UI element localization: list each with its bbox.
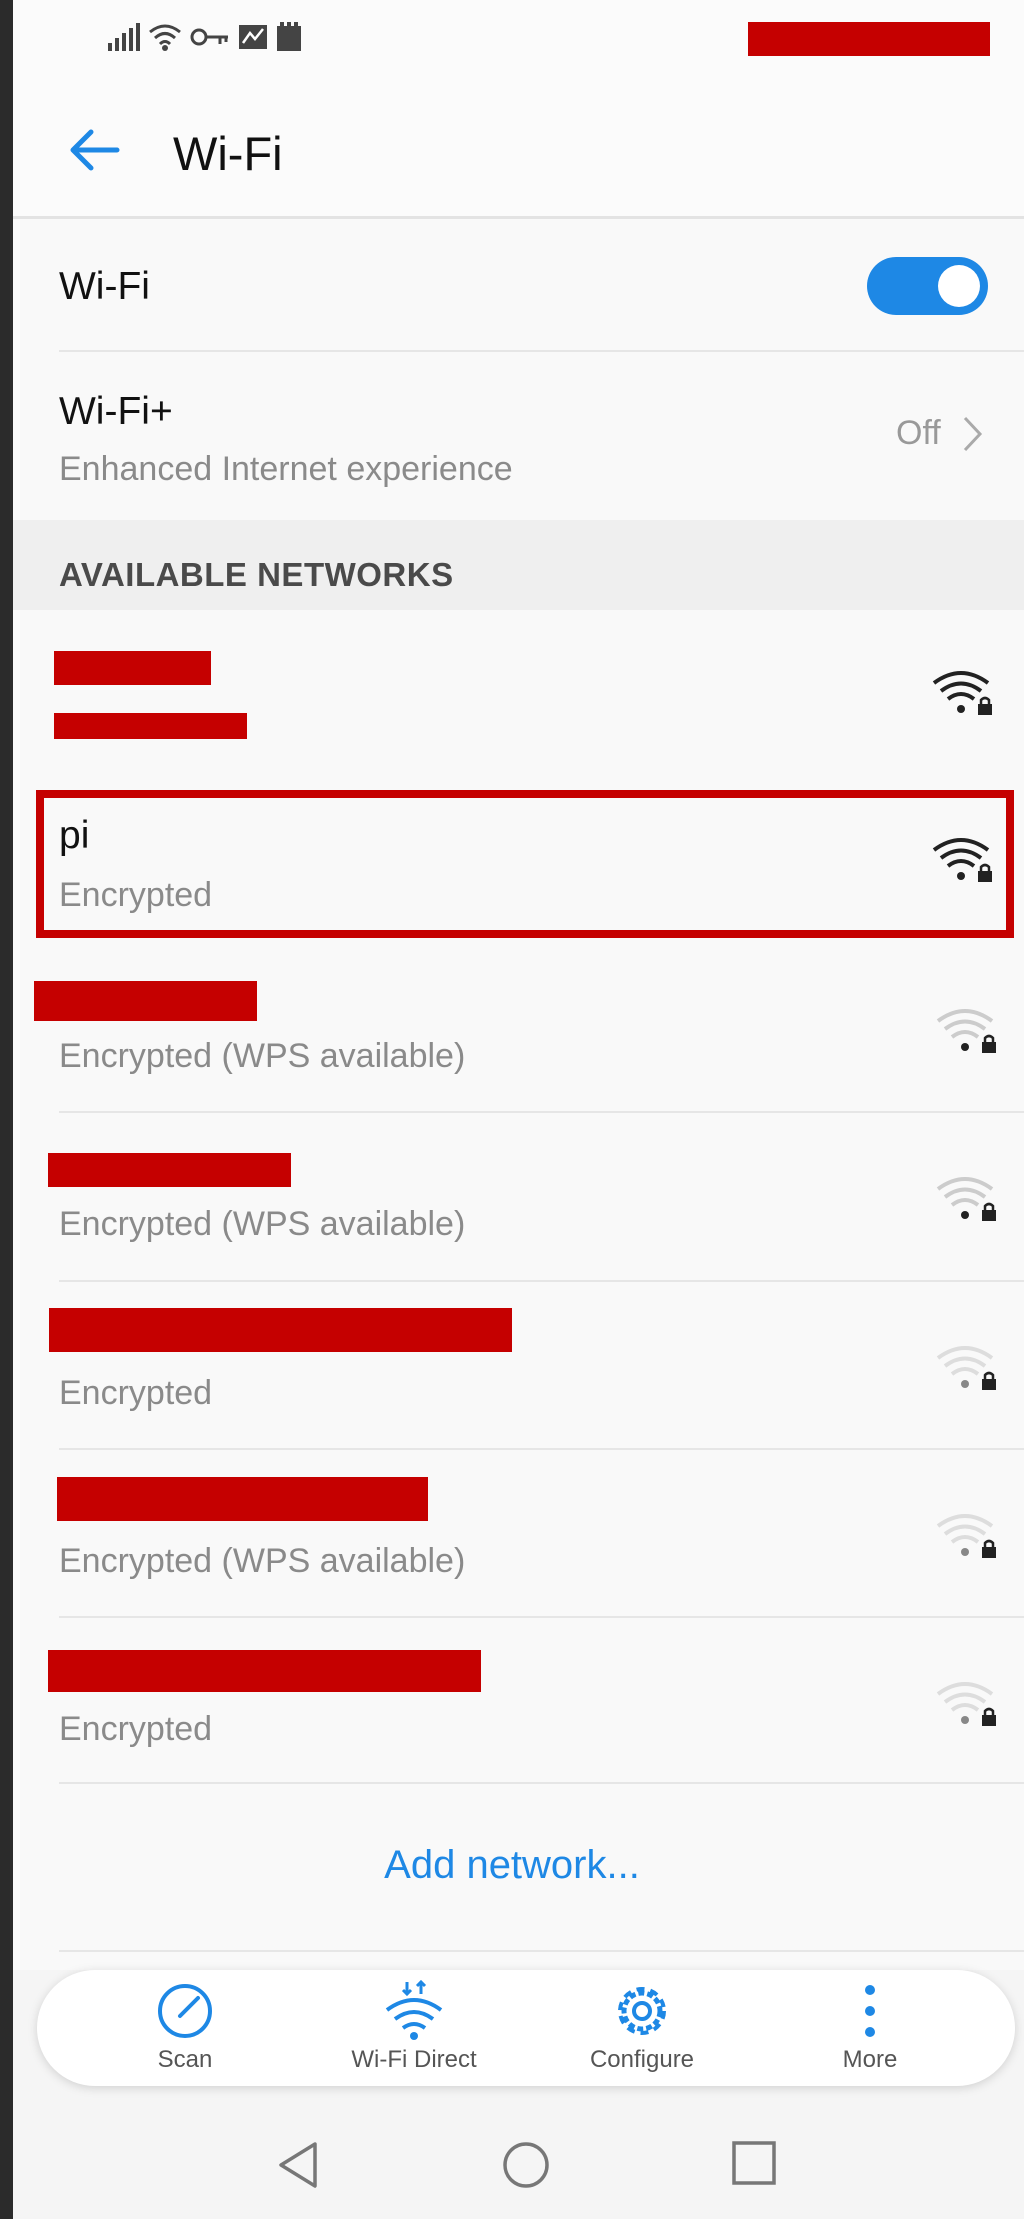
redacted-network-name bbox=[49, 1308, 512, 1352]
redacted-network-name bbox=[57, 1477, 428, 1521]
wifi-plus-subtitle: Enhanced Internet experience bbox=[59, 450, 513, 488]
wifi-signal-lock-icon bbox=[932, 671, 992, 715]
page-title: Wi-Fi bbox=[173, 127, 283, 180]
redacted-network-name bbox=[34, 981, 257, 1021]
network-row[interactable]: Encrypted (WPS available) bbox=[13, 945, 1024, 1113]
redacted-network-name bbox=[48, 1153, 291, 1187]
wifi-direct-button[interactable]: Wi-Fi Direct bbox=[314, 1980, 514, 2074]
wifi-toggle-label: Wi-Fi bbox=[59, 265, 150, 308]
nav-back-icon[interactable] bbox=[275, 2140, 323, 2190]
wifi-icon bbox=[149, 24, 181, 51]
back-arrow-icon[interactable] bbox=[63, 120, 123, 180]
divider bbox=[59, 350, 1024, 352]
wifi-plus-label: Wi-Fi+ bbox=[59, 390, 173, 433]
configure-button[interactable]: Configure bbox=[542, 1980, 742, 2074]
wifi-toggle-switch[interactable] bbox=[867, 257, 988, 315]
divider bbox=[59, 1950, 1024, 1952]
network-row[interactable] bbox=[13, 615, 1024, 783]
network-status: Encrypted (WPS available) bbox=[59, 1037, 466, 1075]
chevron-right-icon bbox=[963, 416, 983, 452]
wifi-signal-weak-lock-icon bbox=[936, 1177, 996, 1221]
wifi-signal-weak-lock-icon bbox=[936, 1346, 996, 1390]
status-bar bbox=[13, 0, 1024, 80]
scan-label: Scan bbox=[157, 2046, 213, 2073]
network-row[interactable]: Encrypted (WPS available) bbox=[13, 1113, 1024, 1281]
wifi-direct-icon bbox=[385, 1980, 443, 2040]
configure-label: Configure bbox=[589, 2046, 695, 2073]
wifi-direct-label: Wi-Fi Direct bbox=[351, 2046, 477, 2073]
network-status: Encrypted bbox=[59, 1710, 213, 1748]
more-label: More bbox=[842, 2046, 898, 2073]
wifi-signal-weak-lock-icon bbox=[936, 1009, 996, 1053]
available-networks-header: AVAILABLE NETWORKS bbox=[13, 520, 1024, 610]
key-icon bbox=[190, 28, 228, 46]
bottom-action-bar: Scan Wi-Fi Direct Configure More bbox=[37, 1970, 1015, 2086]
network-status: Encrypted (WPS available) bbox=[59, 1542, 466, 1580]
network-row[interactable]: Encrypted bbox=[13, 1618, 1024, 1786]
redacted-network-name bbox=[54, 651, 211, 685]
toggle-knob bbox=[938, 265, 980, 307]
nav-recents-icon[interactable] bbox=[731, 2140, 777, 2186]
scan-button[interactable]: Scan bbox=[85, 1980, 285, 2074]
nav-home-icon[interactable] bbox=[501, 2140, 551, 2190]
highlight-annotation-box bbox=[36, 790, 1014, 938]
redacted-network-name bbox=[48, 1650, 481, 1692]
data-icon bbox=[239, 25, 267, 49]
network-status: Encrypted bbox=[59, 1374, 213, 1412]
network-status: Encrypted (WPS available) bbox=[59, 1205, 466, 1243]
battery-saver-icon bbox=[277, 22, 301, 51]
wifi-signal-weak-lock-icon bbox=[936, 1682, 996, 1726]
add-network-link[interactable]: Add network... bbox=[0, 1843, 1024, 1888]
more-vertical-icon bbox=[865, 1985, 875, 2037]
divider bbox=[59, 1782, 1024, 1784]
network-row[interactable]: Encrypted (WPS available) bbox=[13, 1450, 1024, 1618]
wifi-signal-weak-lock-icon bbox=[936, 1514, 996, 1558]
signal-icon bbox=[108, 23, 140, 51]
wifi-plus-value: Off bbox=[896, 414, 941, 452]
redacted-status-info bbox=[748, 22, 990, 56]
network-row[interactable]: Encrypted bbox=[13, 1282, 1024, 1450]
more-button[interactable]: More bbox=[770, 1980, 970, 2074]
section-header-label: AVAILABLE NETWORKS bbox=[59, 556, 454, 593]
redacted-network-status bbox=[54, 713, 247, 739]
scan-icon bbox=[158, 1984, 212, 2038]
gear-icon bbox=[618, 1987, 666, 2035]
app-bar: Wi-Fi bbox=[13, 80, 1024, 219]
system-nav-bar bbox=[13, 2110, 1024, 2219]
